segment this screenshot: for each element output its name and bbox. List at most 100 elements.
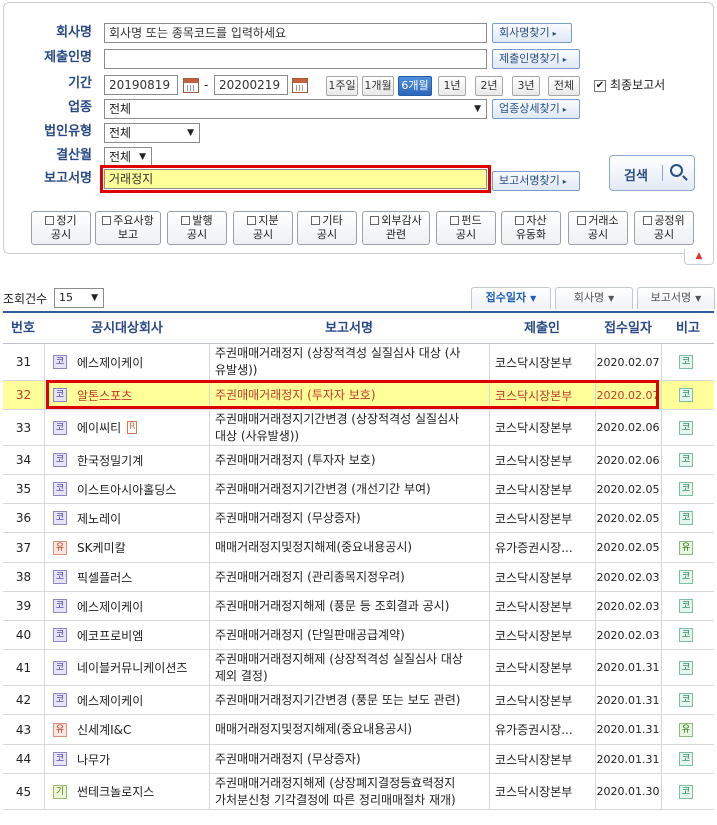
- date-cell: 2020.02.07: [596, 388, 660, 402]
- report-link[interactable]: 주권매매거래정지기간변경 (상장적격성 실질심사대상 (사유발생)): [215, 410, 489, 445]
- report-find-button[interactable]: 보고서명찾기 ▸: [492, 171, 580, 191]
- company-link[interactable]: 에이씨티: [77, 419, 121, 436]
- report-line: 주권매매거래정지해제 (풍문 등 조회결과 공시): [215, 598, 450, 613]
- period-1year-button[interactable]: 1년: [438, 76, 466, 96]
- table-row[interactable]: 34 코 한국정밀기계 주권매매거래정지 (투자자 보호) 코스닥시장본부 2020.02…: [3, 446, 714, 475]
- company-link[interactable]: 픽셀플러스: [77, 569, 132, 586]
- table-row[interactable]: 32 코 알톤스포츠 주권매매거래정지 (투자자 보호) 코스닥시장본부 2020.02.…: [3, 381, 714, 410]
- submitter-find-button[interactable]: 제출인명찾기 ▸: [492, 49, 580, 69]
- company-link[interactable]: 에코프로비엠: [77, 627, 143, 644]
- category-other[interactable]: 기타 공시: [297, 211, 357, 245]
- search-button[interactable]: 검색: [609, 155, 695, 191]
- company-link[interactable]: 신세계I&C: [77, 721, 131, 738]
- category-issue[interactable]: 발행 공시: [167, 211, 227, 245]
- company-find-button[interactable]: 회사명찾기 ▸: [492, 23, 572, 43]
- checkbox-icon: [515, 216, 525, 225]
- table-row[interactable]: 38 코 픽셀플러스 주권매매거래정지 (관리종목지정우려) 코스닥시장본부 2020.0…: [3, 563, 714, 592]
- collapse-up-icon[interactable]: ▲: [684, 249, 714, 265]
- calendar-icon[interactable]: [292, 78, 308, 93]
- category-exchange[interactable]: 거래소 공시: [568, 211, 628, 245]
- period-2year-button[interactable]: 2년: [475, 76, 503, 96]
- report-link[interactable]: 주권매매거래정지 (단일판매공급계약): [215, 621, 489, 649]
- category-label: 공시: [316, 228, 338, 241]
- submitter-input[interactable]: [104, 49, 487, 69]
- category-stake[interactable]: 지분 공시: [233, 211, 293, 245]
- table-row[interactable]: 45 기 썬테크놀로지스 주권매매거래정지해제 (상장폐지결정등효력정지 가처분신청 기…: [3, 774, 714, 810]
- category-abs[interactable]: 자산 유동화: [501, 211, 561, 245]
- report-link[interactable]: 주권매매거래정지해제 (상장적격성 실질심사 대상 제외 결정): [215, 650, 489, 685]
- company-link[interactable]: 썬테크놀로지스: [77, 783, 154, 800]
- company-link[interactable]: SK케미칼: [77, 539, 126, 556]
- report-link[interactable]: 주권매매거래정지 (상장적격성 실질심사 대상 (사 유발생)): [215, 344, 489, 380]
- report-input[interactable]: 거래정지: [104, 169, 487, 189]
- period-6month-button[interactable]: 6개월: [398, 76, 432, 96]
- category-regular[interactable]: 정기 공시: [31, 211, 91, 245]
- date-to-input[interactable]: 20200219: [214, 75, 288, 95]
- category-ftc[interactable]: 공정위 공시: [634, 211, 694, 245]
- row-number: 42: [15, 693, 32, 707]
- table-row[interactable]: 44 코 나무가 주권매매거래정지 (무상증자) 코스닥시장본부 2020.01.31 코: [3, 745, 714, 774]
- report-link[interactable]: 주권매매거래정지해제 (상장폐지결정등효력정지 가처분신청 기각결정에 따른 정리…: [215, 774, 489, 809]
- table-row[interactable]: 40 코 에코프로비엠 주권매매거래정지 (단일판매공급계약) 코스닥시장본부 2020.…: [3, 621, 714, 650]
- report-link[interactable]: 주권매매거래정지해제 (풍문 등 조회결과 공시): [215, 592, 489, 620]
- period-1month-button[interactable]: 1개월: [362, 76, 394, 96]
- company-link[interactable]: 알톤스포츠: [77, 387, 132, 404]
- company-link[interactable]: 네이블커뮤니케이션즈: [77, 659, 187, 676]
- note-cell: 유: [661, 715, 711, 744]
- report-link[interactable]: 주권매매거래정지 (무상증자): [215, 745, 489, 773]
- table-row[interactable]: 35 코 이스트아시아홀딩스 주권매매거래정지기간변경 (개선기간 부여) 코스닥시장본…: [3, 475, 714, 504]
- period-all-button[interactable]: 전체: [548, 76, 580, 96]
- table-row[interactable]: 37 유 SK케미칼 매매거래정지및정지해제(중요내용공시) 유가증권시장... 2020…: [3, 533, 714, 563]
- table-row[interactable]: 41 코 네이블커뮤니케이션즈 주권매매거래정지해제 (상장적격성 실질심사 대상 제외…: [3, 650, 714, 686]
- company-link[interactable]: 나무가: [77, 751, 110, 768]
- company-link[interactable]: 에스제이케이: [77, 598, 143, 615]
- table-row[interactable]: 33 코 에이씨티 R 주권매매거래정지기간변경 (상장적격성 실질심사 대상 (사유발생…: [3, 410, 714, 446]
- col-divider: [44, 504, 45, 532]
- company-link[interactable]: 한국정밀기계: [77, 452, 143, 469]
- calendar-icon[interactable]: [183, 78, 199, 93]
- note-cell: 코: [661, 475, 711, 503]
- table-row[interactable]: 36 코 제노레이 주권매매거래정지 (무상증자) 코스닥시장본부 2020.02.05 코: [3, 504, 714, 533]
- report-line: 주권매매거래정지기간변경 (상장적격성 실질심사: [215, 411, 460, 426]
- industry-detail-button[interactable]: 업종상세찾기 ▸: [492, 99, 580, 119]
- col-divider: [209, 650, 210, 685]
- count-select[interactable]: 15 ▼: [54, 288, 104, 308]
- company-link[interactable]: 이스트아시아홀딩스: [77, 481, 176, 498]
- table-row[interactable]: 31 코 에스제이케이 주권매매거래정지 (상장적격성 실질심사 대상 (사 유발생))…: [3, 344, 714, 381]
- report-link[interactable]: 주권매매거래정지기간변경 (개선기간 부여): [215, 475, 489, 503]
- market-badge-icon: 기: [53, 784, 67, 799]
- category-audit[interactable]: 외부감사 관련: [362, 211, 430, 245]
- date-from-input[interactable]: 20190819: [104, 75, 178, 95]
- company-input[interactable]: 회사명 또는 종목코드를 입력하세요: [104, 23, 487, 43]
- report-link[interactable]: 주권매매거래정지 (관리종목지정우려): [215, 563, 489, 591]
- sort-tab-company[interactable]: 회사명 ▼: [555, 287, 633, 309]
- col-divider: [209, 563, 210, 591]
- company-link[interactable]: 에스제이케이: [77, 354, 143, 371]
- period-3year-button[interactable]: 3년: [512, 76, 540, 96]
- fiscal-select[interactable]: 전체 ▼: [104, 147, 152, 167]
- report-link[interactable]: 주권매매거래정지 (투자자 보호): [215, 446, 489, 474]
- period-1week-button[interactable]: 1주일: [326, 76, 358, 96]
- col-divider: [209, 686, 210, 714]
- col-divider: [209, 446, 210, 474]
- final-report-checkbox[interactable]: ✔: [594, 80, 606, 92]
- sort-tab-report[interactable]: 보고서명 ▼: [637, 287, 715, 309]
- table-row[interactable]: 42 코 에스제이케이 주권매매거래정지기간변경 (풍문 또는 보도 관련) 코스닥시장…: [3, 686, 714, 715]
- category-major[interactable]: 주요사항 보고: [95, 211, 161, 245]
- report-line: 대상 (사유발생)): [215, 428, 300, 443]
- company-link[interactable]: 에스제이케이: [77, 692, 143, 709]
- report-link[interactable]: 주권매매거래정지 (투자자 보호): [215, 381, 489, 409]
- category-fund[interactable]: 펀드 공시: [436, 211, 496, 245]
- report-link[interactable]: 주권매매거래정지 (무상증자): [215, 504, 489, 532]
- report-link[interactable]: 주권매매거래정지기간변경 (풍문 또는 보도 관련): [215, 686, 489, 714]
- sort-tab-date[interactable]: 접수일자 ▼: [471, 287, 551, 309]
- table-row[interactable]: 39 코 에스제이케이 주권매매거래정지해제 (풍문 등 조회결과 공시) 코스닥시장본…: [3, 592, 714, 621]
- submitter-cell: 코스닥시장본부: [495, 752, 573, 767]
- corp-type-select[interactable]: 전체 ▼: [104, 123, 200, 143]
- report-link[interactable]: 매매거래정지및정지해제(중요내용공시): [215, 715, 489, 744]
- submitter-cell: 코스닥시장본부: [495, 785, 573, 799]
- company-link[interactable]: 제노레이: [77, 510, 121, 527]
- report-link[interactable]: 매매거래정지및정지해제(중요내용공시): [215, 533, 489, 562]
- table-row[interactable]: 43 유 신세계I&C 매매거래정지및정지해제(중요내용공시) 유가증권시장... 202…: [3, 715, 714, 745]
- industry-select[interactable]: 전체 ▼: [104, 99, 487, 119]
